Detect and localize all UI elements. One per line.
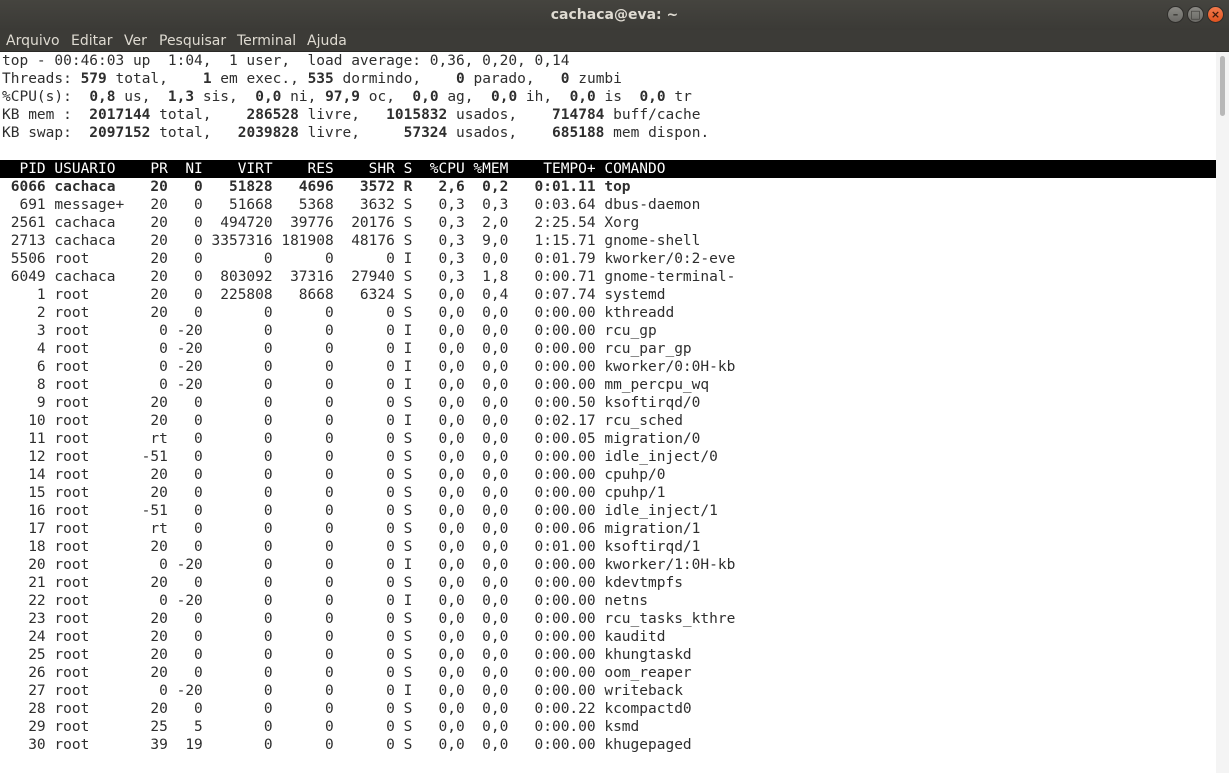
cpu-hi: 0,0: [490, 89, 518, 105]
cpu-wa: 0,0: [412, 89, 439, 105]
uptime-line: top - 00:46:03 up 1:04, 1 user, load ave…: [2, 53, 570, 69]
process-row: 16 root -51 0 0 0 0 S 0,0 0,0 0:00.00 id…: [2, 503, 718, 519]
process-row: 17 root rt 0 0 0 0 S 0,0 0,0 0:00.06 mig…: [2, 521, 701, 537]
process-row: 29 root 25 5 0 0 0 S 0,0 0,0 0:00.00 ksm…: [2, 719, 640, 735]
process-row: 11 root rt 0 0 0 0 S 0,0 0,0 0:00.05 mig…: [2, 431, 701, 447]
process-row: 28 root 20 0 0 0 0 S 0,0 0,0 0:00.22 kco…: [2, 701, 692, 717]
menu-ver[interactable]: Ver: [124, 30, 147, 52]
process-row: 4 root 0 -20 0 0 0 I 0,0 0,0 0:00.00 rcu…: [2, 341, 692, 357]
swap-used: 57324: [377, 125, 448, 141]
process-row: 6066 cachaca 20 0 51828 4696 3572 R 2,6 …: [2, 179, 631, 195]
process-row: 22 root 0 -20 0 0 0 I 0,0 0,0 0:00.00 ne…: [2, 593, 649, 609]
process-row: 24 root 20 0 0 0 0 S 0,0 0,0 0:00.00 kau…: [2, 629, 666, 645]
process-row: 23 root 20 0 0 0 0 S 0,0 0,0 0:00.00 rcu…: [2, 611, 736, 627]
threads-total: 579: [80, 71, 107, 87]
process-row: 8 root 0 -20 0 0 0 I 0,0 0,0 0:00.00 mm_…: [2, 377, 710, 393]
scrollbar-thumb[interactable]: [1220, 56, 1225, 116]
process-row: 14 root 20 0 0 0 0 S 0,0 0,0 0:00.00 cpu…: [2, 467, 666, 483]
cpu-us: 0,8: [89, 89, 116, 105]
process-row: 26 root 20 0 0 0 0 S 0,0 0,0 0:00.00 oom…: [2, 665, 692, 681]
process-row: 2 root 20 0 0 0 0 S 0,0 0,0 0:00.00 kthr…: [2, 305, 675, 321]
maximize-icon[interactable]: □: [1187, 6, 1204, 23]
threads-sleeping: 535: [307, 71, 334, 87]
swap-total: 2097152: [80, 125, 151, 141]
cpu-ni: 0,0: [255, 89, 282, 105]
process-row: 25 root 20 0 0 0 0 S 0,0 0,0 0:00.00 khu…: [2, 647, 692, 663]
cpu-sy: 1,3: [167, 89, 195, 105]
threads-running: 1: [202, 71, 212, 87]
mem-total: 2017144: [80, 107, 151, 123]
scrollbar[interactable]: [1216, 52, 1229, 773]
minimize-icon[interactable]: –: [1167, 6, 1184, 23]
window-title: cachaca@eva: ~: [550, 7, 679, 23]
mem-buff: 714784: [534, 107, 605, 123]
menu-pesquisar[interactable]: Pesquisar: [159, 30, 226, 52]
process-row: 30 root 39 19 0 0 0 S 0,0 0,0 0:00.00 kh…: [2, 737, 692, 753]
cpu-si: 0,0: [569, 89, 596, 105]
process-row: 20 root 0 -20 0 0 0 I 0,0 0,0 0:00.00 kw…: [2, 557, 736, 573]
threads-zombie: 0: [560, 71, 570, 87]
process-row: 18 root 20 0 0 0 0 S 0,0 0,0 0:01.00 kso…: [2, 539, 701, 555]
close-icon[interactable]: ×: [1207, 6, 1224, 23]
menu-arquivo[interactable]: Arquivo: [6, 30, 60, 52]
process-row: 2561 cachaca 20 0 494720 39776 20176 S 0…: [2, 215, 640, 231]
threads-stopped: 0: [456, 71, 465, 87]
menu-terminal[interactable]: Terminal: [237, 30, 296, 52]
process-table: 6066 cachaca 20 0 51828 4696 3572 R 2,6 …: [2, 178, 736, 754]
process-row: 2713 cachaca 20 0 3357316 181908 48176 S…: [2, 233, 701, 249]
process-row: 6 root 0 -20 0 0 0 I 0,0 0,0 0:00.00 kwo…: [2, 359, 736, 375]
process-row: 9 root 20 0 0 0 0 S 0,0 0,0 0:00.50 ksof…: [2, 395, 701, 411]
process-row: 691 message+ 20 0 51668 5368 3632 S 0,3 …: [2, 197, 701, 213]
process-row: 6049 cachaca 20 0 803092 37316 27940 S 0…: [2, 269, 736, 285]
process-row: 5506 root 20 0 0 0 0 I 0,3 0,0 0:01.79 k…: [2, 251, 736, 267]
swap-avail: 685188: [534, 125, 605, 141]
menu-bar: Arquivo Editar Ver Pesquisar Terminal Aj…: [0, 30, 1229, 52]
terminal-area[interactable]: top - 00:46:03 up 1:04, 1 user, load ave…: [0, 52, 1216, 773]
process-row: 21 root 20 0 0 0 0 S 0,0 0,0 0:00.00 kde…: [2, 575, 683, 591]
mem-used: 1015832: [377, 107, 448, 123]
cpu-id: 97,9: [325, 89, 360, 105]
menu-ajuda[interactable]: Ajuda: [307, 30, 347, 52]
mem-free: 286528: [229, 107, 299, 123]
swap-free: 2039828: [229, 125, 299, 141]
menu-editar[interactable]: Editar: [71, 30, 112, 52]
process-row: 27 root 0 -20 0 0 0 I 0,0 0,0 0:00.00 wr…: [2, 683, 683, 699]
top-summary: top - 00:46:03 up 1:04, 1 user, load ave…: [2, 53, 710, 141]
process-row: 3 root 0 -20 0 0 0 I 0,0 0,0 0:00.00 rcu…: [2, 323, 657, 339]
title-bar: cachaca@eva: ~ – □ ×: [0, 0, 1229, 30]
process-table-header: PID USUARIO PR NI VIRT RES SHR S %CPU %M…: [0, 160, 1216, 178]
process-row: 1 root 20 0 225808 8668 6324 S 0,0 0,4 0…: [2, 287, 666, 303]
process-row: 15 root 20 0 0 0 0 S 0,0 0,0 0:00.00 cpu…: [2, 485, 666, 501]
process-row: 12 root -51 0 0 0 0 S 0,0 0,0 0:00.00 id…: [2, 449, 718, 465]
process-row: 10 root 20 0 0 0 0 I 0,0 0,0 0:02.17 rcu…: [2, 413, 683, 429]
cpu-st: 0,0: [639, 89, 666, 105]
